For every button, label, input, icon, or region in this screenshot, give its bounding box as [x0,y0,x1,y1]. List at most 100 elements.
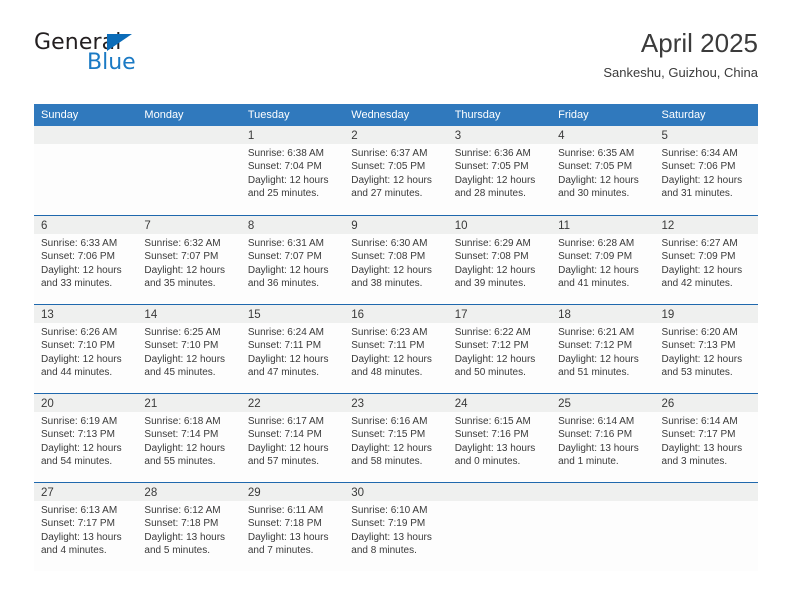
day-number: 12 [661,220,675,232]
calendar-day-cell[interactable]: 19 Sunrise: 6:20 AM Sunset: 7:13 PM Dayligh… [654,305,758,393]
weekday-header-wednesday: Wednesday [351,109,410,121]
calendar-day-cell[interactable]: 8 Sunrise: 6:31 AM Sunset: 7:07 PM Daylight… [240,216,345,304]
calendar-day-cell[interactable]: 13 Sunrise: 6:26 AM Sunset: 7:10 PM Dayligh… [34,305,138,393]
daylight-hours: Daylight: 13 hours [351,531,432,543]
day-sun-info: Sunrise: 6:33 AM Sunset: 7:06 PM Daylight:… [34,234,137,290]
calendar-day-cell[interactable]: 23 Sunrise: 6:16 AM Sunset: 7:15 PM Dayligh… [344,394,448,482]
calendar-day-cell[interactable]: 18 Sunrise: 6:21 AM Sunset: 7:12 PM Dayligh… [551,305,655,393]
sunset-time: Sunset: 7:07 PM [247,251,322,263]
day-sun-info: Sunrise: 6:16 AM Sunset: 7:15 PM Daylight:… [344,412,447,468]
calendar-day-cell[interactable]: 7 Sunrise: 6:32 AM Sunset: 7:07 PM Daylight… [137,216,241,304]
day-number: 11 [558,220,571,232]
day-sun-info: Sunrise: 6:37 AM Sunset: 7:05 PM Daylight:… [344,144,447,200]
day-number: 1 [247,130,255,142]
sunset-time: Sunset: 7:11 PM [247,340,322,352]
calendar-week-row: 27 Sunrise: 6:13 AM Sunset: 7:17 PM Dayligh… [34,482,758,571]
calendar-day-cell[interactable]: 26 Sunrise: 6:14 AM Sunset: 7:17 PM Dayligh… [654,394,758,482]
daylight-hours: Daylight: 12 hours [351,174,432,186]
sunrise-time: Sunrise: 6:12 AM [144,505,221,516]
calendar-day-cell[interactable]: 2 Sunrise: 6:37 AM Sunset: 7:05 PM Daylight… [344,126,448,215]
calendar-day-cell[interactable]: 20 Sunrise: 6:19 AM Sunset: 7:13 PM Dayligh… [34,394,138,482]
calendar-day-cell[interactable]: 14 Sunrise: 6:25 AM Sunset: 7:10 PM Dayligh… [137,305,241,393]
daylight-hours: Daylight: 13 hours [41,531,122,543]
daylight-hours: Daylight: 12 hours [351,353,432,365]
day-sun-info: Sunrise: 6:30 AM Sunset: 7:08 PM Daylight:… [344,234,447,290]
daylight-hours: Daylight: 12 hours [558,174,639,186]
daylight-hours: Daylight: 13 hours [454,442,536,454]
daylight-minutes: and 47 minutes. [247,366,320,378]
page-subtitle: Sankeshu, Guizhou, China [603,65,758,80]
sunset-time: Sunset: 7:16 PM [454,429,529,441]
daylight-minutes: and 39 minutes. [454,277,526,289]
daylight-hours: Daylight: 12 hours [454,353,536,365]
calendar-day-cell[interactable]: 29 Sunrise: 6:11 AM Sunset: 7:18 PM Dayligh… [240,483,345,571]
day-number: 17 [454,309,468,321]
day-number-band [34,126,138,144]
day-number: 13 [41,309,54,321]
calendar-day-cell[interactable]: 4 Sunrise: 6:35 AM Sunset: 7:05 PM Daylight… [551,126,655,215]
day-number-band: 4 [551,126,655,144]
daylight-minutes: and 27 minutes. [351,187,423,199]
calendar-day-cell[interactable]: 12 Sunrise: 6:27 AM Sunset: 7:09 PM Dayligh… [654,216,758,304]
calendar-day-cell[interactable]: 24 Sunrise: 6:15 AM Sunset: 7:16 PM Dayligh… [447,394,552,482]
calendar-day-cell[interactable]: 25 Sunrise: 6:14 AM Sunset: 7:16 PM Dayligh… [551,394,655,482]
day-sun-info: Sunrise: 6:14 AM Sunset: 7:17 PM Daylight:… [655,412,758,468]
sunrise-time: Sunrise: 6:21 AM [558,327,635,338]
daylight-minutes: and 0 minutes. [454,455,521,467]
sunrise-time: Sunrise: 6:14 AM [558,416,635,427]
daylight-minutes: and 38 minutes. [351,277,423,289]
calendar-day-cell[interactable]: 3 Sunrise: 6:36 AM Sunset: 7:05 PM Daylight… [447,126,552,215]
daylight-minutes: and 50 minutes. [454,366,526,378]
day-number-band [447,483,552,501]
sunset-time: Sunset: 7:16 PM [558,429,633,441]
daylight-minutes: and 1 minute. [558,455,619,467]
calendar-day-cell[interactable]: 6 Sunrise: 6:33 AM Sunset: 7:06 PM Daylight… [34,216,138,304]
calendar-day-cell[interactable]: 22 Sunrise: 6:17 AM Sunset: 7:14 PM Dayligh… [240,394,345,482]
calendar-day-cell-empty [551,483,655,571]
day-number: 27 [41,487,54,499]
calendar-day-cell[interactable]: 16 Sunrise: 6:23 AM Sunset: 7:11 PM Dayligh… [344,305,448,393]
sunset-time: Sunset: 7:11 PM [351,340,425,352]
daylight-minutes: and 53 minutes. [661,366,733,378]
calendar-day-cell[interactable]: 9 Sunrise: 6:30 AM Sunset: 7:08 PM Daylight… [344,216,448,304]
day-number-band: 27 [34,483,138,501]
calendar-day-cell[interactable]: 27 Sunrise: 6:13 AM Sunset: 7:17 PM Dayligh… [34,483,138,571]
day-sun-info: Sunrise: 6:19 AM Sunset: 7:13 PM Daylight:… [34,412,137,468]
day-number: 26 [661,398,675,410]
day-number-band: 2 [344,126,448,144]
day-number-band: 28 [137,483,241,501]
day-sun-info: Sunrise: 6:18 AM Sunset: 7:14 PM Daylight:… [137,412,240,468]
weekday-header-tuesday: Tuesday [247,109,290,121]
sunrise-time: Sunrise: 6:37 AM [351,148,428,159]
day-number-band: 25 [551,394,655,412]
daylight-minutes: and 30 minutes. [558,187,630,199]
calendar-day-cell[interactable]: 17 Sunrise: 6:22 AM Sunset: 7:12 PM Dayligh… [447,305,552,393]
calendar-day-cell[interactable]: 21 Sunrise: 6:18 AM Sunset: 7:14 PM Dayligh… [137,394,241,482]
calendar-day-cell[interactable]: 5 Sunrise: 6:34 AM Sunset: 7:06 PM Daylight… [654,126,758,215]
calendar-day-cell[interactable]: 30 Sunrise: 6:10 AM Sunset: 7:19 PM Dayligh… [344,483,448,571]
daylight-minutes: and 54 minutes. [41,455,113,467]
daylight-hours: Daylight: 12 hours [144,264,226,276]
title-block: April 2025 Sankeshu, Guizhou, China [603,26,758,83]
calendar-day-cell[interactable]: 28 Sunrise: 6:12 AM Sunset: 7:18 PM Dayligh… [137,483,241,571]
calendar-day-cell[interactable]: 10 Sunrise: 6:29 AM Sunset: 7:08 PM Dayligh… [447,216,552,304]
sunrise-time: Sunrise: 6:31 AM [247,238,324,249]
day-number-band: 1 [240,126,345,144]
daylight-minutes: and 57 minutes. [247,455,320,467]
daylight-hours: Daylight: 12 hours [454,174,536,186]
sunrise-time: Sunrise: 6:15 AM [454,416,531,427]
daylight-minutes: and 45 minutes. [144,366,216,378]
sunrise-time: Sunrise: 6:16 AM [351,416,428,427]
day-sun-info: Sunrise: 6:21 AM Sunset: 7:12 PM Daylight:… [551,323,654,379]
daylight-minutes: and 55 minutes. [144,455,216,467]
calendar-day-cell[interactable]: 15 Sunrise: 6:24 AM Sunset: 7:11 PM Dayligh… [240,305,345,393]
calendar-day-cell[interactable]: 1 Sunrise: 6:38 AM Sunset: 7:04 PM Daylight… [240,126,345,215]
calendar-day-cell[interactable]: 11 Sunrise: 6:28 AM Sunset: 7:09 PM Dayligh… [551,216,655,304]
general-blue-logo[interactable]: General Blue [34,30,234,90]
day-number: 8 [247,220,255,232]
day-number: 14 [144,309,158,321]
daylight-hours: Daylight: 13 hours [558,442,639,454]
calendar-weeks: 1 Sunrise: 6:38 AM Sunset: 7:04 PM Daylight… [34,126,758,571]
daylight-minutes: and 33 minutes. [41,277,113,289]
sunset-time: Sunset: 7:15 PM [351,429,426,441]
